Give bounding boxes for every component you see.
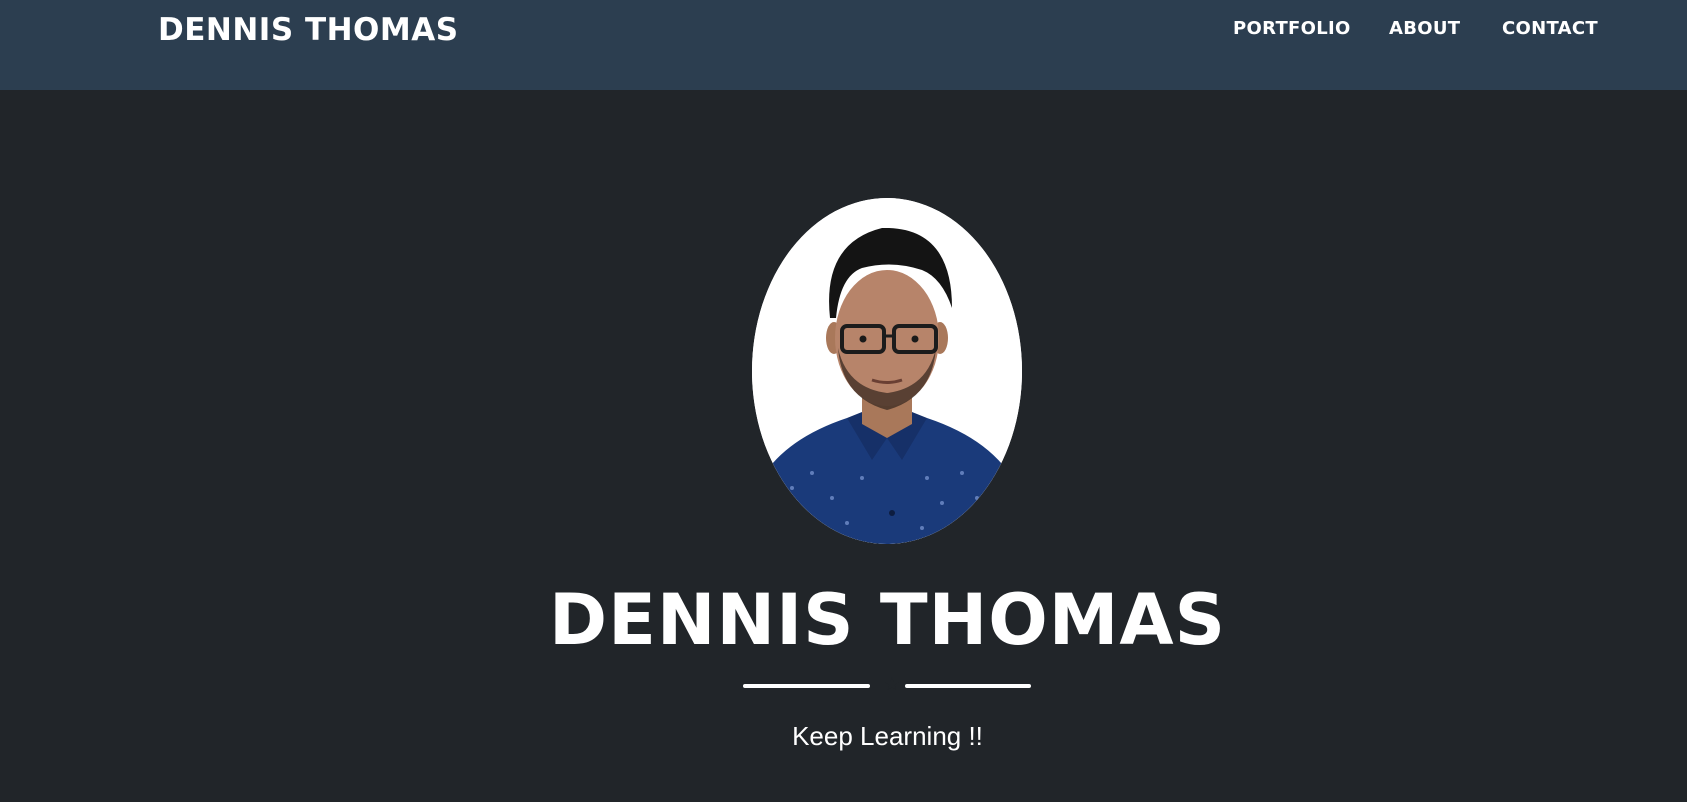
nav-links: PORTFOLIO ABOUT CONTACT bbox=[0, 18, 1687, 48]
nav-link-about[interactable]: ABOUT bbox=[1389, 18, 1460, 39]
star-icon: ★ bbox=[883, 674, 901, 694]
nav-link-contact[interactable]: CONTACT bbox=[1502, 18, 1598, 39]
masthead-subheading: Keep Learning !! bbox=[792, 721, 983, 751]
nav-link-portfolio[interactable]: PORTFOLIO bbox=[1233, 18, 1351, 39]
masthead-heading: DENNIS THOMAS bbox=[548, 579, 1226, 661]
profile-photo-icon bbox=[752, 198, 1022, 544]
navbar: DENNIS THOMAS PORTFOLIO ABOUT CONTACT bbox=[0, 0, 1687, 90]
divider-line-left bbox=[743, 684, 870, 688]
divider-line-right bbox=[905, 684, 1031, 688]
avatar bbox=[752, 198, 1022, 544]
